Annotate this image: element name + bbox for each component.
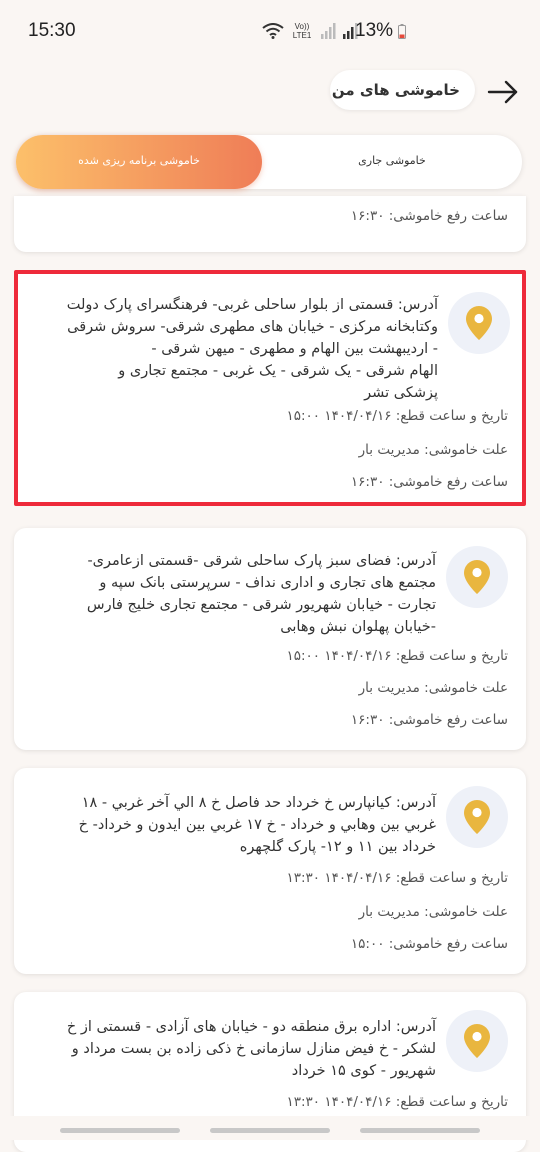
outage-reason: علت خاموشی: مدیریت بار <box>358 904 508 920</box>
address-line: شهریور - کوی ۱۵ خرداد <box>291 1063 436 1079</box>
nav-handle-center[interactable] <box>210 1128 330 1133</box>
address-line: آدرس: فضای سبز پارک ساحلی شرقی -قسمتی از… <box>87 553 436 569</box>
outage-card-partial[interactable]: ساعت رفع خاموشی: ۱۶:۳۰ <box>14 196 526 252</box>
arrow-right-icon[interactable] <box>486 78 520 106</box>
address-line: تجارت - خیابان شهریور شرقی - مجتمع تجاری… <box>86 597 436 613</box>
restore-time: ساعت رفع خاموشی: ۱۶:۳۰ <box>350 474 508 490</box>
location-pin-icon <box>464 800 490 834</box>
outage-card[interactable]: آدرس: قسمتی از بلوار ساحلی غربی- فرهنگسر… <box>14 270 526 506</box>
signal-icon <box>321 23 336 39</box>
pin-circle <box>448 292 510 354</box>
app-header: خاموشی های من <box>0 64 540 120</box>
address-line: خرداد بين ۱۱ و ۱۲- پارک گلچهره <box>239 839 436 855</box>
outage-tabs: خاموشی برنامه ریزی شده خاموشی جاری <box>16 135 522 189</box>
outage-address: آدرس: فضای سبز پارک ساحلی شرقی -قسمتی از… <box>26 550 436 638</box>
title-pill: خاموشی های من <box>330 70 475 110</box>
outage-datetime: تاریخ و ساعت قطع: ۱۴۰۴/۰۴/۱۶ ۱۵:۰۰ <box>286 648 508 664</box>
restore-time: ساعت رفع خاموشی: ۱۶:۳۰ <box>350 712 508 728</box>
address-line: آدرس: قسمتی از بلوار ساحلی غربی- فرهنگسر… <box>66 297 438 313</box>
outage-address: آدرس: اداره برق منطقه دو - خیابان های آز… <box>26 1016 436 1082</box>
wifi-icon <box>262 23 284 39</box>
outage-reason: علت خاموشی: مدیریت بار <box>358 680 508 696</box>
system-nav-bar <box>0 1116 540 1140</box>
battery-percent: 13% <box>355 20 394 41</box>
outage-datetime: تاریخ و ساعت قطع: ۱۴۰۴/۰۴/۱۶ ۱۳:۳۰ <box>286 870 508 886</box>
restore-time: ساعت رفع خاموشی: ۱۶:۳۰ <box>350 208 508 224</box>
page-title: خاموشی های من <box>331 81 460 99</box>
outage-datetime: تاریخ و ساعت قطع: ۱۴۰۴/۰۴/۱۶ ۱۵:۰۰ <box>286 408 508 424</box>
location-pin-icon <box>466 306 492 340</box>
pin-circle <box>446 546 508 608</box>
address-line: غربي بين وهابي و خرداد - خ ۱۷ غربي بين ا… <box>78 817 436 833</box>
address-line: الهام شرقی - یک شرقی - یک غربی - مجتمع ت… <box>118 363 438 379</box>
location-pin-icon <box>464 1024 490 1058</box>
status-icons: Vo)) LTE1 <box>262 22 358 40</box>
nav-handle-right[interactable] <box>360 1128 480 1133</box>
address-line: آدرس: کیانپارس خ خرداد حد فاصل خ ۸ الي آ… <box>81 795 436 811</box>
restore-time: ساعت رفع خاموشی: ۱۵:۰۰ <box>350 936 508 952</box>
address-line: - اردیبهشت بین الهام و مطهری - میهن شرقی… <box>151 341 438 357</box>
outage-address: آدرس: قسمتی از بلوار ساحلی غربی- فرهنگسر… <box>28 294 438 404</box>
address-line: لشکر - خ فیض منازل سازمانی خ ذکی زاده بن… <box>71 1041 436 1057</box>
volte-label: Vo)) LTE1 <box>292 22 312 40</box>
tab-scheduled-label: خاموشی برنامه ریزی شده <box>78 154 200 167</box>
status-bar: 15:30 Vo)) LTE1 13% <box>0 0 540 64</box>
outage-reason: علت خاموشی: مدیریت بار <box>358 442 508 458</box>
outage-address: آدرس: کیانپارس خ خرداد حد فاصل خ ۸ الي آ… <box>26 792 436 858</box>
battery-icon <box>398 24 406 39</box>
address-line: -خیابان پهلوان نبش وهابی <box>280 619 436 635</box>
outage-card[interactable]: آدرس: فضای سبز پارک ساحلی شرقی -قسمتی از… <box>14 528 526 750</box>
address-line: آدرس: اداره برق منطقه دو - خیابان های آز… <box>66 1019 436 1035</box>
address-line: مجتمع های تجاری و اداری نداف - سرپرستی ب… <box>99 575 436 591</box>
status-time: 15:30 <box>28 20 76 41</box>
tab-scheduled-outages[interactable]: خاموشی برنامه ریزی شده <box>16 135 262 189</box>
pin-circle <box>446 786 508 848</box>
tab-current-label: خاموشی جاری <box>358 154 426 167</box>
address-line: وکتابخانه مرکزی - خیابان های مطهری شرقی-… <box>67 319 438 335</box>
nav-handle-left[interactable] <box>60 1128 180 1133</box>
tab-current-outages[interactable]: خاموشی جاری <box>262 135 522 189</box>
outage-datetime: تاریخ و ساعت قطع: ۱۴۰۴/۰۴/۱۶ ۱۳:۳۰ <box>286 1094 508 1110</box>
location-pin-icon <box>464 560 490 594</box>
outage-card[interactable]: آدرس: کیانپارس خ خرداد حد فاصل خ ۸ الي آ… <box>14 768 526 974</box>
pin-circle <box>446 1010 508 1072</box>
address-line: پزشکی تشر <box>364 385 438 401</box>
